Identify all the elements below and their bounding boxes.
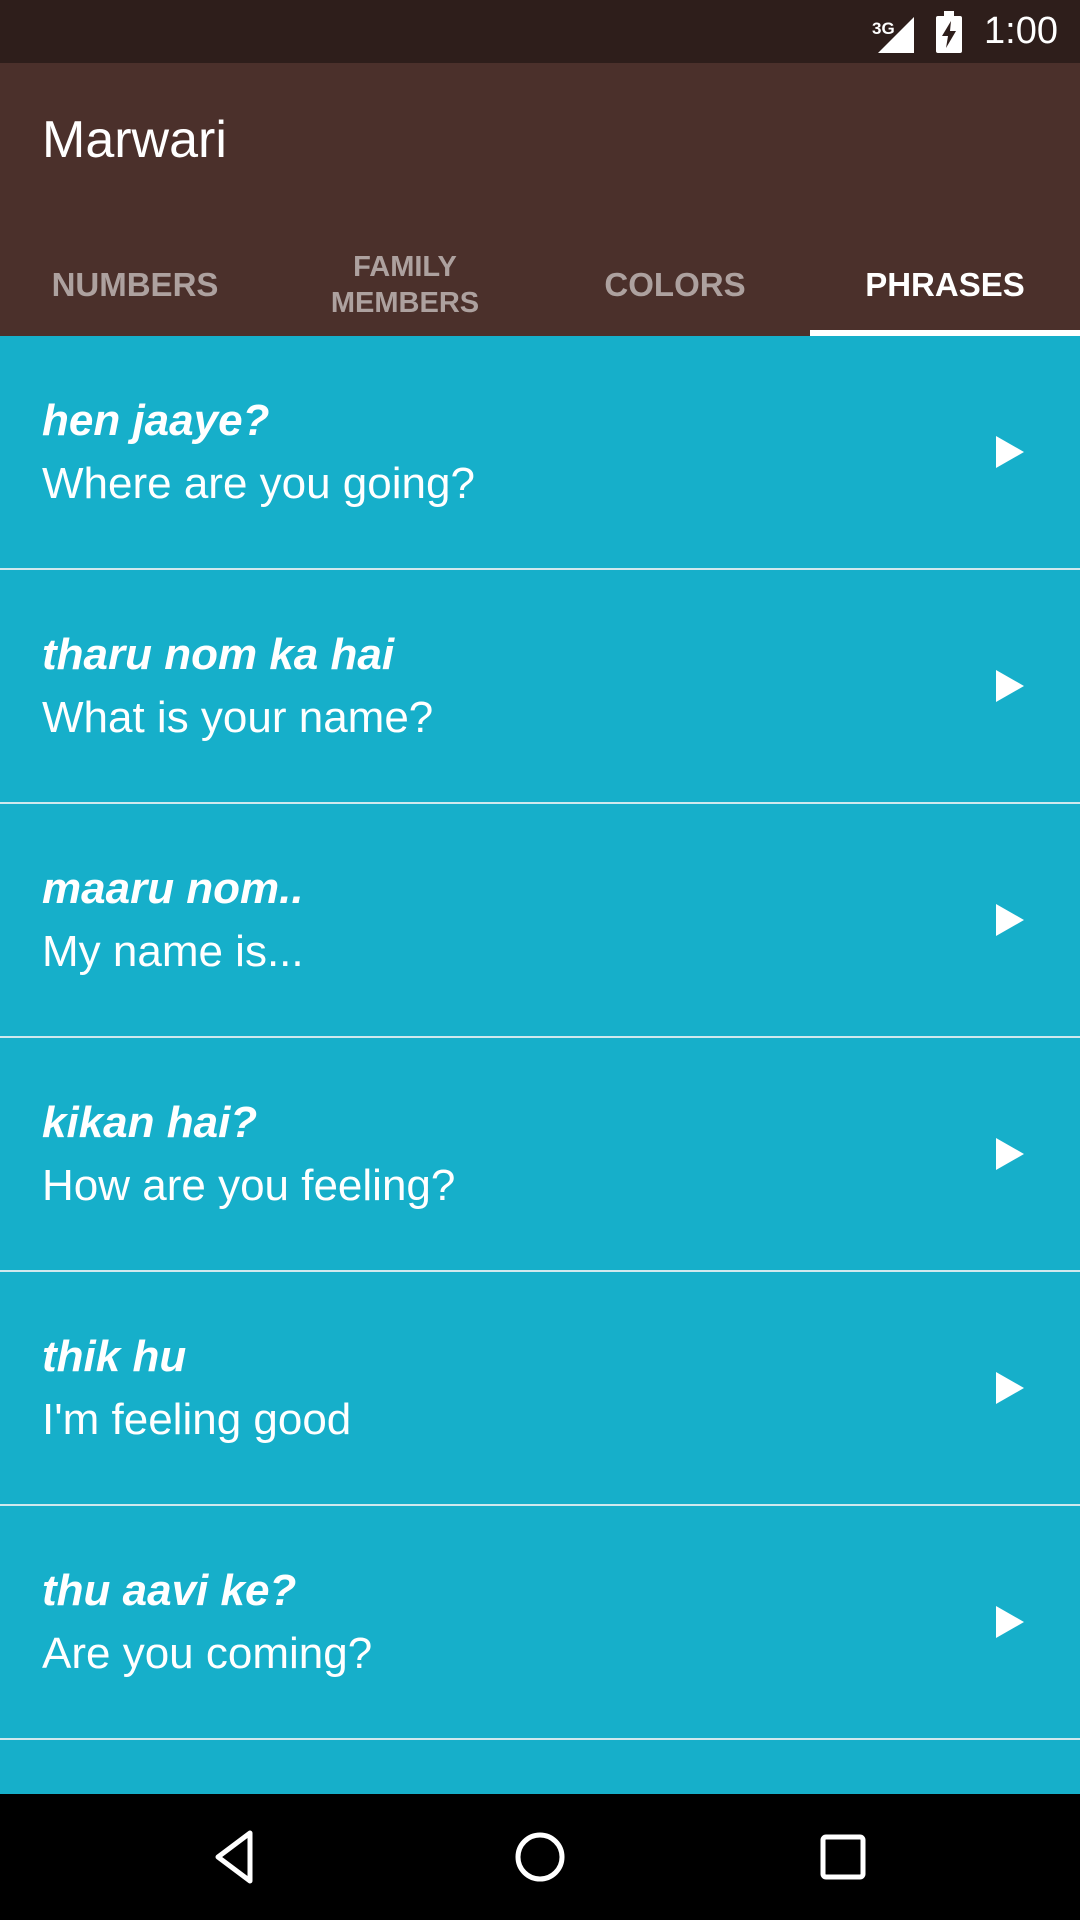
tab-family-members[interactable]: FAMILY MEMBERS	[270, 233, 540, 336]
tab-label: FAMILY MEMBERS	[330, 250, 480, 319]
tab-label: COLORS	[604, 266, 746, 303]
list-item-text: maaru nom.. My name is...	[42, 862, 304, 988]
tab-colors[interactable]: COLORS	[540, 233, 810, 336]
tab-label: NUMBERS	[51, 266, 219, 303]
marwari-phrase: thik hu	[42, 1332, 187, 1381]
list-item-partial[interactable]	[0, 1740, 1080, 1794]
list-item-text: thu aavi ke? Are you coming?	[42, 1564, 372, 1690]
battery-charging-icon	[936, 10, 963, 53]
tab-label: PHRASES	[865, 266, 1025, 303]
list-item[interactable]: thu aavi ke? Are you coming?	[0, 1506, 1080, 1740]
marwari-phrase: kikan hai?	[42, 1098, 258, 1147]
app-bar: Marwari NUMBERS FAMILY MEMBERS COLORS PH…	[0, 63, 1080, 336]
recents-icon[interactable]	[813, 1827, 873, 1887]
navigation-bar	[0, 1794, 1080, 1920]
play-icon[interactable]	[990, 1134, 1030, 1174]
marwari-phrase: thu aavi ke?	[42, 1566, 297, 1615]
clock: 1:00	[984, 10, 1058, 52]
marwari-phrase: hen jaaye?	[42, 396, 270, 445]
status-bar: 3G 1:00	[0, 0, 1080, 63]
play-icon[interactable]	[990, 1602, 1030, 1642]
tab-numbers[interactable]: NUMBERS	[0, 233, 270, 336]
tab-phrases[interactable]: PHRASES	[810, 233, 1080, 336]
play-icon[interactable]	[990, 1368, 1030, 1408]
english-translation: Are you coming?	[42, 1629, 373, 1678]
tab-bar: NUMBERS FAMILY MEMBERS COLORS PHRASES	[0, 233, 1080, 336]
english-translation: What is your name?	[42, 693, 434, 742]
list-item-text: tharu nom ka hai What is your name?	[42, 628, 433, 754]
list-item-text: kikan hai? How are you feeling?	[42, 1096, 455, 1222]
app-title: Marwari	[42, 111, 227, 169]
list-item-text: hen jaaye? Where are you going?	[42, 394, 475, 520]
list-item[interactable]: tharu nom ka hai What is your name?	[0, 570, 1080, 804]
list-item[interactable]: thik hu I'm feeling good	[0, 1272, 1080, 1506]
english-translation: Where are you going?	[42, 459, 475, 508]
english-translation: How are you feeling?	[42, 1161, 456, 1210]
list-item[interactable]: hen jaaye? Where are you going?	[0, 336, 1080, 570]
signal-icon: 3G	[872, 11, 915, 53]
marwari-phrase: tharu nom ka hai	[42, 630, 395, 679]
status-icons: 3G 1:00	[872, 0, 1058, 63]
list-item[interactable]: maaru nom.. My name is...	[0, 804, 1080, 1038]
home-icon[interactable]	[510, 1827, 570, 1887]
play-icon[interactable]	[990, 432, 1030, 472]
play-icon[interactable]	[990, 666, 1030, 706]
marwari-phrase: maaru nom..	[42, 864, 304, 913]
list-item-text: thik hu I'm feeling good	[42, 1330, 351, 1456]
play-icon[interactable]	[990, 900, 1030, 940]
english-translation: I'm feeling good	[42, 1395, 352, 1444]
english-translation: My name is...	[42, 927, 304, 976]
back-icon[interactable]	[206, 1827, 266, 1887]
phrase-list[interactable]: hen jaaye? Where are you going? tharu no…	[0, 336, 1080, 1794]
list-item[interactable]: kikan hai? How are you feeling?	[0, 1038, 1080, 1272]
